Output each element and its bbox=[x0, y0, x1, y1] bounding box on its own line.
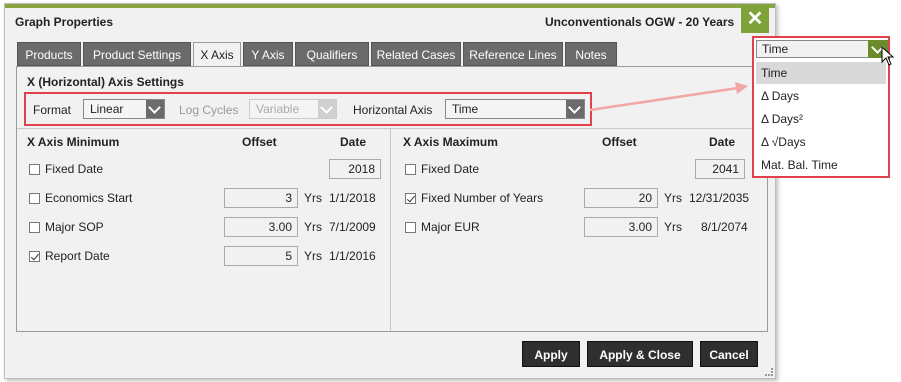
dropdown-option-time[interactable]: Time bbox=[756, 62, 886, 84]
horizontal-axis-dropdown: Time Time Δ Days Δ Days² Δ √Days Mat. Ba… bbox=[752, 36, 890, 178]
dropdown-option-delta-sqrt-days[interactable]: Δ √Days bbox=[756, 131, 886, 153]
dropdown-option-delta-days-squared[interactable]: Δ Days² bbox=[756, 108, 886, 130]
dropdown-header-value: Time bbox=[762, 42, 789, 56]
dropdown-header[interactable]: Time bbox=[756, 40, 888, 58]
dropdown-option-mat-bal-time[interactable]: Mat. Bal. Time bbox=[756, 154, 886, 176]
mouse-cursor-icon bbox=[881, 46, 895, 66]
dropdown-option-delta-days[interactable]: Δ Days bbox=[756, 85, 886, 107]
